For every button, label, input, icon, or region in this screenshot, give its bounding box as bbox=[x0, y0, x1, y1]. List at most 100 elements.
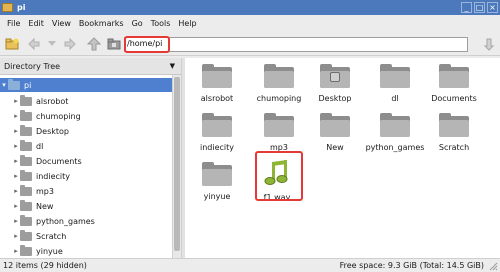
folder-icon bbox=[439, 113, 469, 137]
menu-bookmarks[interactable]: Bookmarks bbox=[75, 19, 128, 28]
folder-icon bbox=[264, 113, 294, 137]
folder-icon bbox=[20, 109, 32, 121]
folder-icon bbox=[20, 214, 32, 226]
expand-icon[interactable]: ▸ bbox=[12, 187, 20, 195]
expand-icon[interactable]: ▸ bbox=[12, 202, 20, 210]
tree-item-alsrobot[interactable]: ▸ alsrobot bbox=[0, 94, 172, 108]
expand-icon[interactable]: ▸ bbox=[12, 142, 20, 150]
file-name: yinyue bbox=[203, 192, 231, 201]
back-history-dropdown[interactable] bbox=[44, 37, 60, 51]
menu-go[interactable]: Go bbox=[128, 19, 147, 28]
file-item-python-games[interactable]: python_games bbox=[363, 113, 427, 152]
up-button[interactable] bbox=[86, 37, 102, 51]
tree-item-label: Documents bbox=[36, 156, 82, 166]
free-space: Free space: 9.3 GiB (Total: 14.5 GiB) bbox=[339, 261, 484, 270]
tree-item-label: python_games bbox=[36, 216, 95, 226]
file-item-yinyue[interactable]: yinyue bbox=[185, 162, 249, 201]
folder-icon bbox=[380, 113, 410, 137]
folder-icon bbox=[20, 94, 32, 106]
tree-item-scratch[interactable]: ▸ Scratch bbox=[0, 229, 172, 243]
file-item-mp3[interactable]: mp3 bbox=[247, 113, 311, 152]
tree-item-label: dl bbox=[36, 141, 44, 151]
expand-icon[interactable]: ▸ bbox=[12, 172, 20, 180]
home-folder-icon bbox=[8, 78, 20, 90]
tree-item-label: pi bbox=[24, 80, 32, 90]
minimize-button[interactable]: _ bbox=[461, 2, 472, 13]
file-item-new[interactable]: New bbox=[303, 113, 367, 152]
folder-icon bbox=[264, 64, 294, 88]
folder-icon bbox=[20, 124, 32, 136]
chevron-down-icon bbox=[48, 41, 56, 46]
tree-item-label: chumoping bbox=[36, 111, 81, 121]
new-tab-icon bbox=[5, 38, 19, 50]
tree-item-new[interactable]: ▸ New bbox=[0, 199, 172, 213]
tree-item-desktop[interactable]: ▸ Desktop bbox=[0, 124, 172, 138]
expand-icon[interactable]: ▸ bbox=[12, 127, 20, 135]
file-name: dl bbox=[391, 94, 399, 103]
tree-item-indiecity[interactable]: ▸ indiecity bbox=[0, 169, 172, 183]
go-button[interactable] bbox=[482, 37, 498, 51]
up-arrow-icon bbox=[87, 37, 101, 51]
file-item-documents[interactable]: Documents bbox=[422, 64, 486, 103]
forward-arrow-icon bbox=[64, 38, 76, 50]
back-button[interactable] bbox=[26, 37, 42, 51]
forward-button[interactable] bbox=[62, 37, 78, 51]
expand-icon[interactable]: ▸ bbox=[12, 247, 20, 255]
expand-icon[interactable]: ▸ bbox=[12, 232, 20, 240]
selection-highlight bbox=[255, 151, 303, 201]
folder-icon bbox=[380, 64, 410, 88]
folder-icon bbox=[20, 229, 32, 241]
menu-view[interactable]: View bbox=[48, 19, 75, 28]
sidebar-scrollbar[interactable] bbox=[172, 75, 181, 258]
chevron-down-icon: ▼ bbox=[169, 62, 175, 70]
desktop-folder-icon bbox=[320, 64, 350, 88]
folder-app-icon bbox=[2, 3, 13, 12]
file-item-scratch[interactable]: Scratch bbox=[422, 113, 486, 152]
window-title: pi bbox=[17, 3, 26, 12]
menu-file[interactable]: File bbox=[3, 19, 24, 28]
menu-edit[interactable]: Edit bbox=[24, 19, 48, 28]
file-item-desktop[interactable]: Desktop bbox=[303, 64, 367, 103]
window-controls: _ □ × bbox=[461, 2, 498, 13]
scrollbar-thumb[interactable] bbox=[174, 77, 180, 251]
tree-item-python-games[interactable]: ▸ python_games bbox=[0, 214, 172, 228]
expand-icon[interactable]: ▸ bbox=[12, 112, 20, 120]
sidebar-header[interactable]: Directory Tree ▼ bbox=[0, 58, 181, 75]
file-name: Scratch bbox=[438, 143, 470, 152]
close-button[interactable]: × bbox=[487, 2, 498, 13]
tree-item-label: mp3 bbox=[36, 186, 54, 196]
expand-icon[interactable]: ▸ bbox=[12, 97, 20, 105]
maximize-button[interactable]: □ bbox=[474, 2, 485, 13]
resize-grip-icon[interactable] bbox=[488, 261, 498, 271]
directory-tree: ▾ pi ▸ alsrobot ▸ chumoping ▸ Desktop ▸ … bbox=[0, 75, 172, 258]
tree-item-yinyue[interactable]: ▸ yinyue bbox=[0, 244, 172, 258]
file-item-alsrobot[interactable]: alsrobot bbox=[185, 64, 249, 103]
file-item-chumoping[interactable]: chumoping bbox=[247, 64, 311, 103]
tree-item-dl[interactable]: ▸ dl bbox=[0, 139, 172, 153]
folder-icon bbox=[202, 162, 232, 186]
expand-icon[interactable]: ▸ bbox=[12, 157, 20, 165]
home-button[interactable] bbox=[106, 37, 122, 51]
path-input[interactable]: /home/pi bbox=[124, 37, 468, 52]
file-item-indiecity[interactable]: indiecity bbox=[185, 113, 249, 152]
folder-icon bbox=[320, 113, 350, 137]
back-arrow-icon bbox=[28, 38, 40, 50]
new-tab-button[interactable] bbox=[4, 37, 20, 51]
tree-item-pi[interactable]: ▾ pi bbox=[0, 78, 172, 92]
tree-item-label: Scratch bbox=[36, 231, 67, 241]
file-item-dl[interactable]: dl bbox=[363, 64, 427, 103]
tree-item-documents[interactable]: ▸ Documents bbox=[0, 154, 172, 168]
expand-icon[interactable]: ▸ bbox=[12, 217, 20, 225]
menu-tools[interactable]: Tools bbox=[147, 19, 175, 28]
file-name: chumoping bbox=[256, 94, 302, 103]
tree-item-label: New bbox=[36, 201, 54, 211]
folder-icon bbox=[439, 64, 469, 88]
tree-item-mp3[interactable]: ▸ mp3 bbox=[0, 184, 172, 198]
title-bar: pi _ □ × bbox=[0, 0, 500, 15]
folder-icon bbox=[202, 113, 232, 137]
home-folder-icon bbox=[107, 38, 121, 50]
folder-icon bbox=[20, 244, 32, 256]
tree-item-chumoping[interactable]: ▸ chumoping bbox=[0, 109, 172, 123]
menu-help[interactable]: Help bbox=[174, 19, 200, 28]
expand-icon[interactable]: ▾ bbox=[0, 81, 8, 89]
